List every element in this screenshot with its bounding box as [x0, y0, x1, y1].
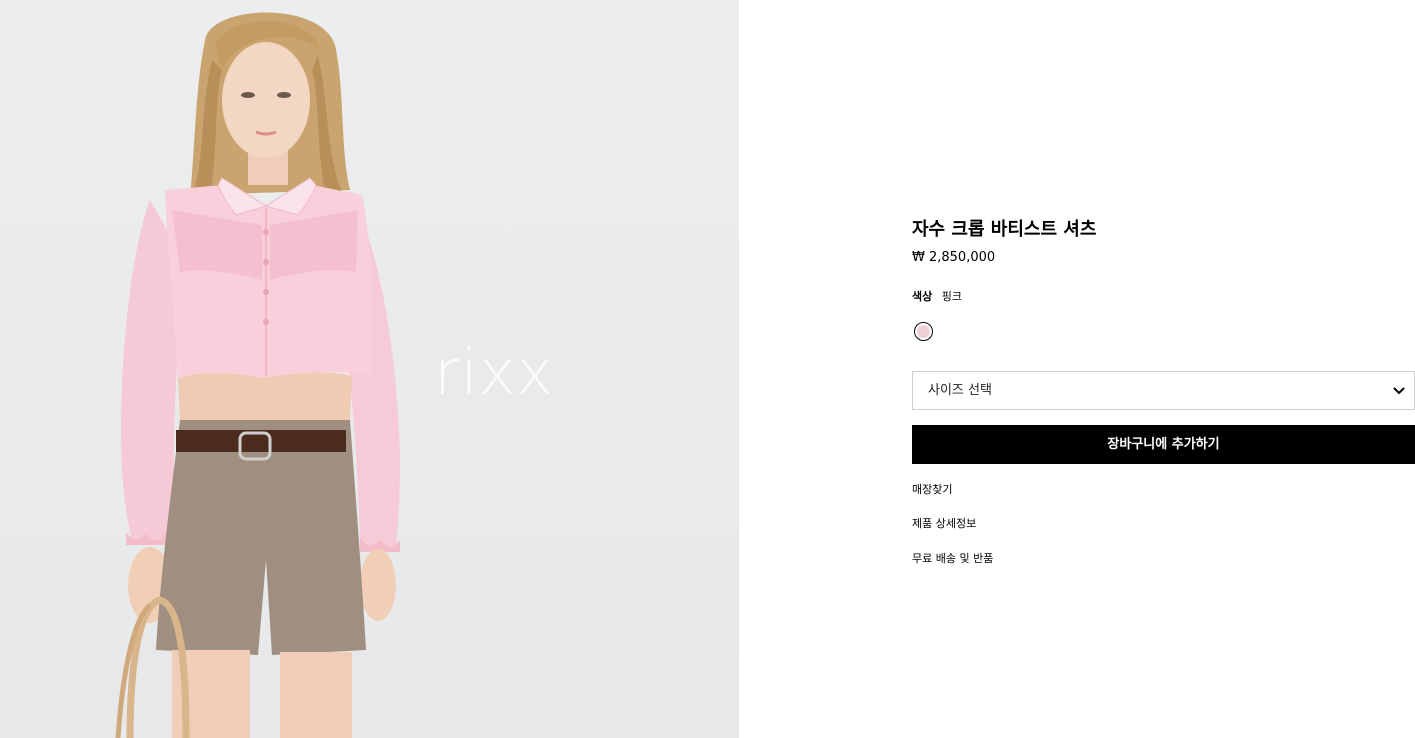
color-swatch-pink[interactable] — [914, 322, 933, 341]
size-select[interactable]: 사이즈 선택 — [912, 371, 1415, 410]
chevron-down-icon — [1393, 387, 1405, 394]
product-details-link[interactable]: 제품 상세정보 — [912, 517, 976, 531]
color-row: 색상 핑크 — [912, 290, 962, 304]
product-page: rixx 자수 크롭 바티스트 셔츠 ₩ 2,850,000 색상 핑크 사이즈… — [0, 0, 1415, 738]
product-price: ₩ 2,850,000 — [912, 250, 996, 265]
color-label: 색상 — [912, 290, 933, 303]
size-select-label: 사이즈 선택 — [928, 383, 992, 398]
product-image: rixx — [0, 0, 739, 738]
brand-watermark: rixx — [434, 336, 555, 409]
product-title: 자수 크롭 바티스트 셔츠 — [912, 219, 1097, 240]
swatch-fill — [917, 325, 930, 338]
model-photo — [115, 12, 400, 738]
color-value: 핑크 — [941, 290, 962, 303]
store-finder-link[interactable]: 매장찾기 — [912, 483, 952, 497]
add-to-cart-button[interactable]: 장바구니에 추가하기 — [912, 425, 1415, 464]
shipping-returns-link[interactable]: 무료 배송 및 반품 — [912, 552, 993, 566]
